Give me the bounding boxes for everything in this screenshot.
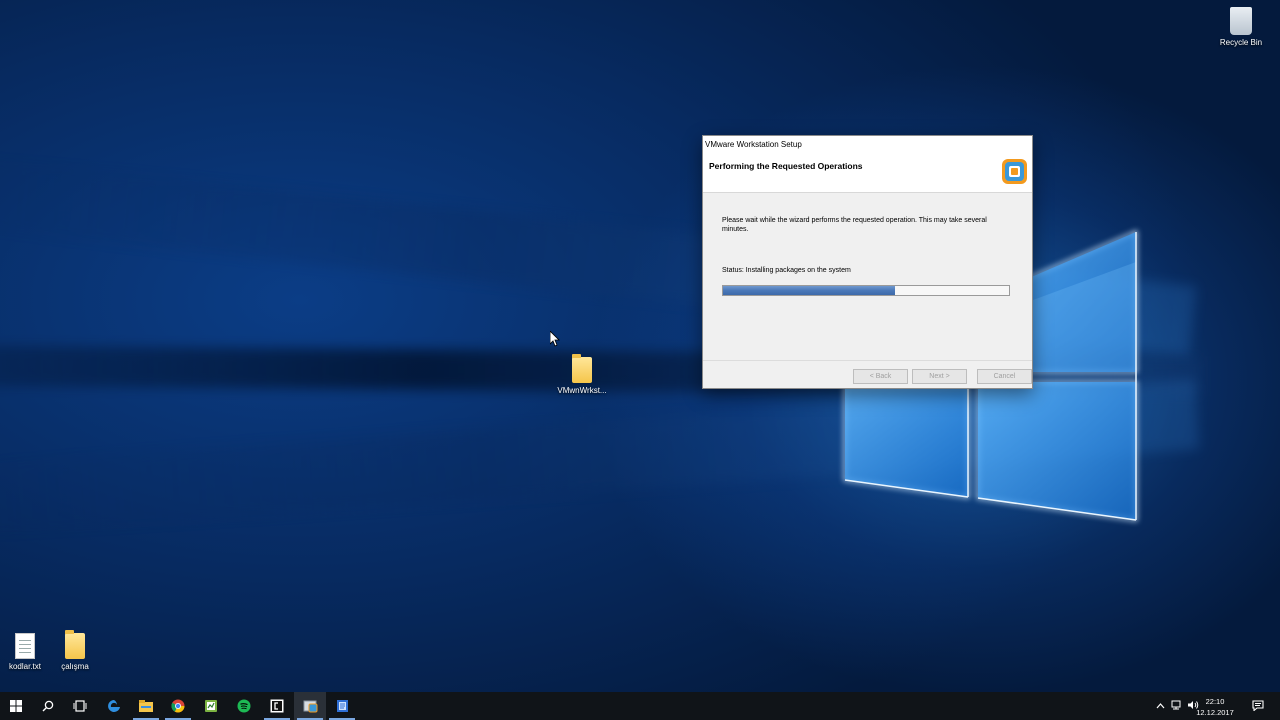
next-button[interactable]: Next > — [912, 369, 967, 384]
chrome-taskbar-button[interactable] — [162, 692, 194, 720]
status-text: Status: Installing packages on the syste… — [722, 267, 851, 274]
vmware-folder-shortcut[interactable]: VMwnWrkst... — [547, 354, 617, 396]
clock-date[interactable]: 12.12.2017 — [1190, 708, 1240, 717]
calisma-folder-shortcut[interactable]: çalışma — [40, 630, 110, 672]
progress-fill — [723, 286, 895, 295]
folder-icon — [65, 630, 85, 659]
vmware-setup-icon — [303, 700, 317, 713]
notepad-icon — [336, 700, 348, 712]
chrome-icon — [171, 699, 185, 713]
terminal-icon — [270, 699, 284, 713]
file-explorer-taskbar-button[interactable] — [130, 692, 162, 720]
text-file-icon — [15, 633, 35, 659]
dialog-footer: < Back Next > Cancel — [703, 360, 1032, 388]
recycle-bin-shortcut[interactable]: Recycle Bin — [1206, 7, 1276, 48]
file-explorer-icon — [139, 700, 153, 712]
sublime-icon — [205, 700, 217, 712]
edge-icon — [108, 700, 120, 712]
task-view-button[interactable] — [64, 692, 96, 720]
dialog-title[interactable]: VMware Workstation Setup — [703, 136, 1032, 153]
clock-time[interactable]: 22:10 — [1190, 697, 1240, 706]
dialog-header: Performing the Requested Operations — [703, 153, 1032, 193]
edge-taskbar-button[interactable] — [98, 692, 130, 720]
dialog-body: Please wait while the wizard performs th… — [703, 193, 1032, 360]
windows-logo-wallpaper — [843, 229, 1138, 522]
spotify-taskbar-button[interactable] — [228, 692, 260, 720]
install-progress-bar — [722, 285, 1010, 296]
network-icon[interactable] — [1171, 700, 1182, 712]
vmware-setup-dialog: VMware Workstation Setup Performing the … — [702, 135, 1033, 389]
vmware-logo-icon — [1002, 159, 1027, 184]
calisma-folder-label: çalışma — [61, 662, 89, 671]
back-button[interactable]: < Back — [853, 369, 908, 384]
spotify-icon — [237, 699, 251, 713]
folder-icon — [572, 354, 592, 383]
search-button[interactable] — [32, 692, 64, 720]
task-view-icon — [73, 700, 87, 712]
vmware-folder-label: VMwnWrkst... — [557, 386, 607, 395]
vmware-setup-taskbar-button[interactable] — [294, 692, 326, 720]
chevron-up-icon[interactable] — [1156, 701, 1165, 711]
kodlar-file-label: kodlar.txt — [8, 662, 41, 671]
terminal-taskbar-button[interactable] — [261, 692, 293, 720]
mouse-cursor-icon — [550, 331, 560, 347]
search-icon — [42, 700, 54, 712]
recycle-bin-label: Recycle Bin — [1219, 38, 1263, 47]
cancel-button[interactable]: Cancel — [977, 369, 1032, 384]
dialog-description: Please wait while the wizard performs th… — [722, 217, 987, 233]
taskbar: 22:10 12.12.2017 — [0, 692, 1280, 720]
action-center-icon[interactable] — [1252, 700, 1264, 713]
desktop: Recycle Bin VMwnWrkst... kodlar.txt çalı… — [0, 0, 1280, 692]
windows-icon — [10, 700, 22, 712]
sublime-taskbar-button[interactable] — [195, 692, 227, 720]
notepad-taskbar-button[interactable] — [326, 692, 358, 720]
start-button[interactable] — [0, 692, 32, 720]
recycle-bin-icon — [1230, 7, 1252, 35]
dialog-heading: Performing the Requested Operations — [709, 161, 863, 171]
